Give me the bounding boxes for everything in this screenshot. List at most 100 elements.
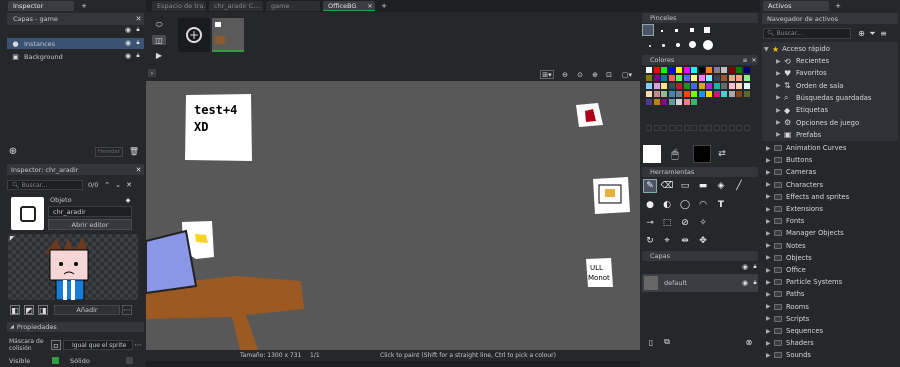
brush-circle-1[interactable]: [649, 45, 651, 47]
secondary-color-swatch[interactable]: [693, 145, 711, 163]
tab-inspector[interactable]: Inspector: [8, 1, 74, 11]
palette-empty-slot[interactable]: [653, 125, 660, 131]
add-layer-icon[interactable]: ▯: [646, 337, 656, 347]
asset-folder[interactable]: ▶ Cameras: [766, 166, 816, 178]
palette-swatch[interactable]: [646, 99, 652, 105]
asset-folder[interactable]: ▶ Office: [766, 264, 806, 276]
asset-folder[interactable]: ▶ Rooms: [766, 301, 809, 313]
palette-swatch[interactable]: [736, 75, 742, 81]
close-icon[interactable]: ✕: [125, 181, 133, 189]
event-icon[interactable]: ◧: [10, 305, 20, 315]
palette-swatch[interactable]: [676, 91, 682, 97]
eyedropper-icon[interactable]: ⊸: [643, 216, 657, 230]
palette-swatch[interactable]: [691, 83, 697, 89]
fill-bucket-icon[interactable]: ◈: [714, 179, 728, 193]
asset-folder[interactable]: ▶ Fonts: [766, 215, 804, 227]
close-icon[interactable]: ✕: [134, 165, 143, 174]
scale-icon[interactable]: ⇹: [678, 234, 692, 248]
eye-icon[interactable]: ◉: [124, 52, 132, 60]
palette-swatch[interactable]: [653, 83, 660, 89]
brush-circle-5[interactable]: [703, 40, 713, 50]
palette-swatch[interactable]: [698, 91, 705, 97]
transform-icon[interactable]: ⌖: [660, 234, 674, 248]
brush-circle-3[interactable]: [676, 43, 680, 47]
palette-swatch[interactable]: [646, 67, 652, 73]
palette-swatch[interactable]: [661, 91, 667, 97]
ellipse-fill-icon[interactable]: ●: [643, 198, 657, 212]
paint-canvas[interactable]: test+4 XD ULL Monot: [146, 81, 640, 350]
palette-swatch[interactable]: [728, 83, 735, 89]
duplicate-layer-icon[interactable]: ⧉: [662, 337, 672, 347]
palette-swatch[interactable]: [743, 83, 750, 89]
grid-icon[interactable]: ⊞▾: [540, 70, 554, 79]
palette-swatch[interactable]: [653, 99, 660, 105]
close-icon[interactable]: ✕: [134, 14, 143, 23]
quick-item-room-order[interactable]: ▶ ⇅ Orden de sala: [776, 80, 843, 92]
asset-folder[interactable]: ▶ Paths: [766, 288, 804, 300]
palette-swatch[interactable]: [728, 67, 735, 73]
quick-item-search[interactable]: ▶ ⌕ Búsquedas guardadas: [776, 92, 871, 104]
palette-swatch[interactable]: [668, 75, 675, 81]
tab-game[interactable]: game: [266, 1, 320, 11]
palette-empty-slot[interactable]: [728, 125, 735, 131]
palette-swatch[interactable]: [743, 91, 750, 97]
tab-espacio[interactable]: Espacio de tra…: [152, 1, 206, 11]
filter-icon[interactable]: ⏷: [868, 29, 877, 38]
palette-swatch[interactable]: [661, 99, 667, 105]
palette-swatch[interactable]: [668, 83, 675, 89]
add-layer-button[interactable]: ⊕: [8, 146, 18, 157]
palette-swatch[interactable]: [646, 91, 652, 97]
zoom-fit-icon[interactable]: ⊡: [604, 70, 614, 79]
palette-swatch[interactable]: [736, 83, 742, 89]
collapse-frames-icon[interactable]: ›: [148, 69, 156, 77]
palette-swatch[interactable]: [653, 75, 660, 81]
palette-swatch[interactable]: [706, 67, 712, 73]
asset-folder[interactable]: ▶ Notes: [766, 240, 806, 252]
palette-empty-slot[interactable]: [721, 125, 727, 131]
circle-tool-icon[interactable]: ◯: [678, 198, 692, 212]
palette-swatch[interactable]: [691, 75, 697, 81]
brush-circle-4[interactable]: [689, 41, 696, 48]
more-icon[interactable]: ⋯: [134, 340, 142, 350]
asset-folder[interactable]: ▶ Buttons: [766, 154, 812, 166]
asset-folder[interactable]: ▶ Characters: [766, 179, 823, 191]
list-menu-icon[interactable]: ≡: [879, 29, 888, 38]
palette-empty-slot[interactable]: [661, 125, 667, 131]
add-asset-icon[interactable]: ⊕: [857, 29, 866, 38]
ellipse-outline-icon[interactable]: ◐: [660, 198, 674, 212]
eye-icon[interactable]: ◉: [124, 39, 132, 47]
palette-swatch[interactable]: [736, 91, 742, 97]
palette-empty-slot[interactable]: [698, 125, 705, 131]
add-tab-button[interactable]: +: [80, 2, 88, 10]
palette-swatch[interactable]: [721, 75, 727, 81]
line-tool-icon[interactable]: ╱: [732, 179, 746, 193]
asset-folder[interactable]: ▶ Extensions: [766, 203, 823, 215]
add-frame-button[interactable]: +: [178, 18, 210, 52]
palette-empty-slot[interactable]: [736, 125, 742, 131]
palette-empty-slot[interactable]: [668, 125, 675, 131]
object-thumbnail[interactable]: [11, 197, 44, 230]
palette-swatch[interactable]: [728, 75, 735, 81]
outline-rect-tool-icon[interactable]: ▬: [696, 179, 710, 193]
props-header[interactable]: ◢ Propiedades: [7, 322, 144, 332]
asset-folder[interactable]: ▶ Shaders: [766, 337, 814, 349]
visible-checkbox[interactable]: [52, 357, 59, 364]
palette-swatch[interactable]: [721, 83, 727, 89]
lasso-icon[interactable]: ⊘: [678, 216, 692, 230]
frame-thumbnail[interactable]: [212, 18, 244, 52]
palette-swatch[interactable]: [728, 91, 735, 97]
quick-item-prefab[interactable]: ▶ ▣ Prefabs: [776, 129, 821, 141]
eraser-tool-icon[interactable]: ⌫: [660, 179, 674, 193]
close-icon[interactable]: ✕: [367, 3, 373, 10]
lock-icon[interactable]: 🔒︎: [751, 279, 759, 287]
delete-layer-icon[interactable]: ⊗: [744, 337, 754, 347]
palette-swatch[interactable]: [668, 67, 675, 73]
palette-empty-slot[interactable]: [676, 125, 682, 131]
open-editor-button[interactable]: Abrir editor: [48, 219, 132, 230]
quick-item-tag[interactable]: ▶ ◆ Etiquetas: [776, 104, 828, 116]
palette-swatch[interactable]: [653, 91, 660, 97]
palette-swatch[interactable]: [743, 75, 750, 81]
asset-folder[interactable]: ▶ Scripts: [766, 313, 809, 325]
close-icon[interactable]: ✕: [750, 56, 758, 64]
palette-swatch[interactable]: [698, 75, 705, 81]
